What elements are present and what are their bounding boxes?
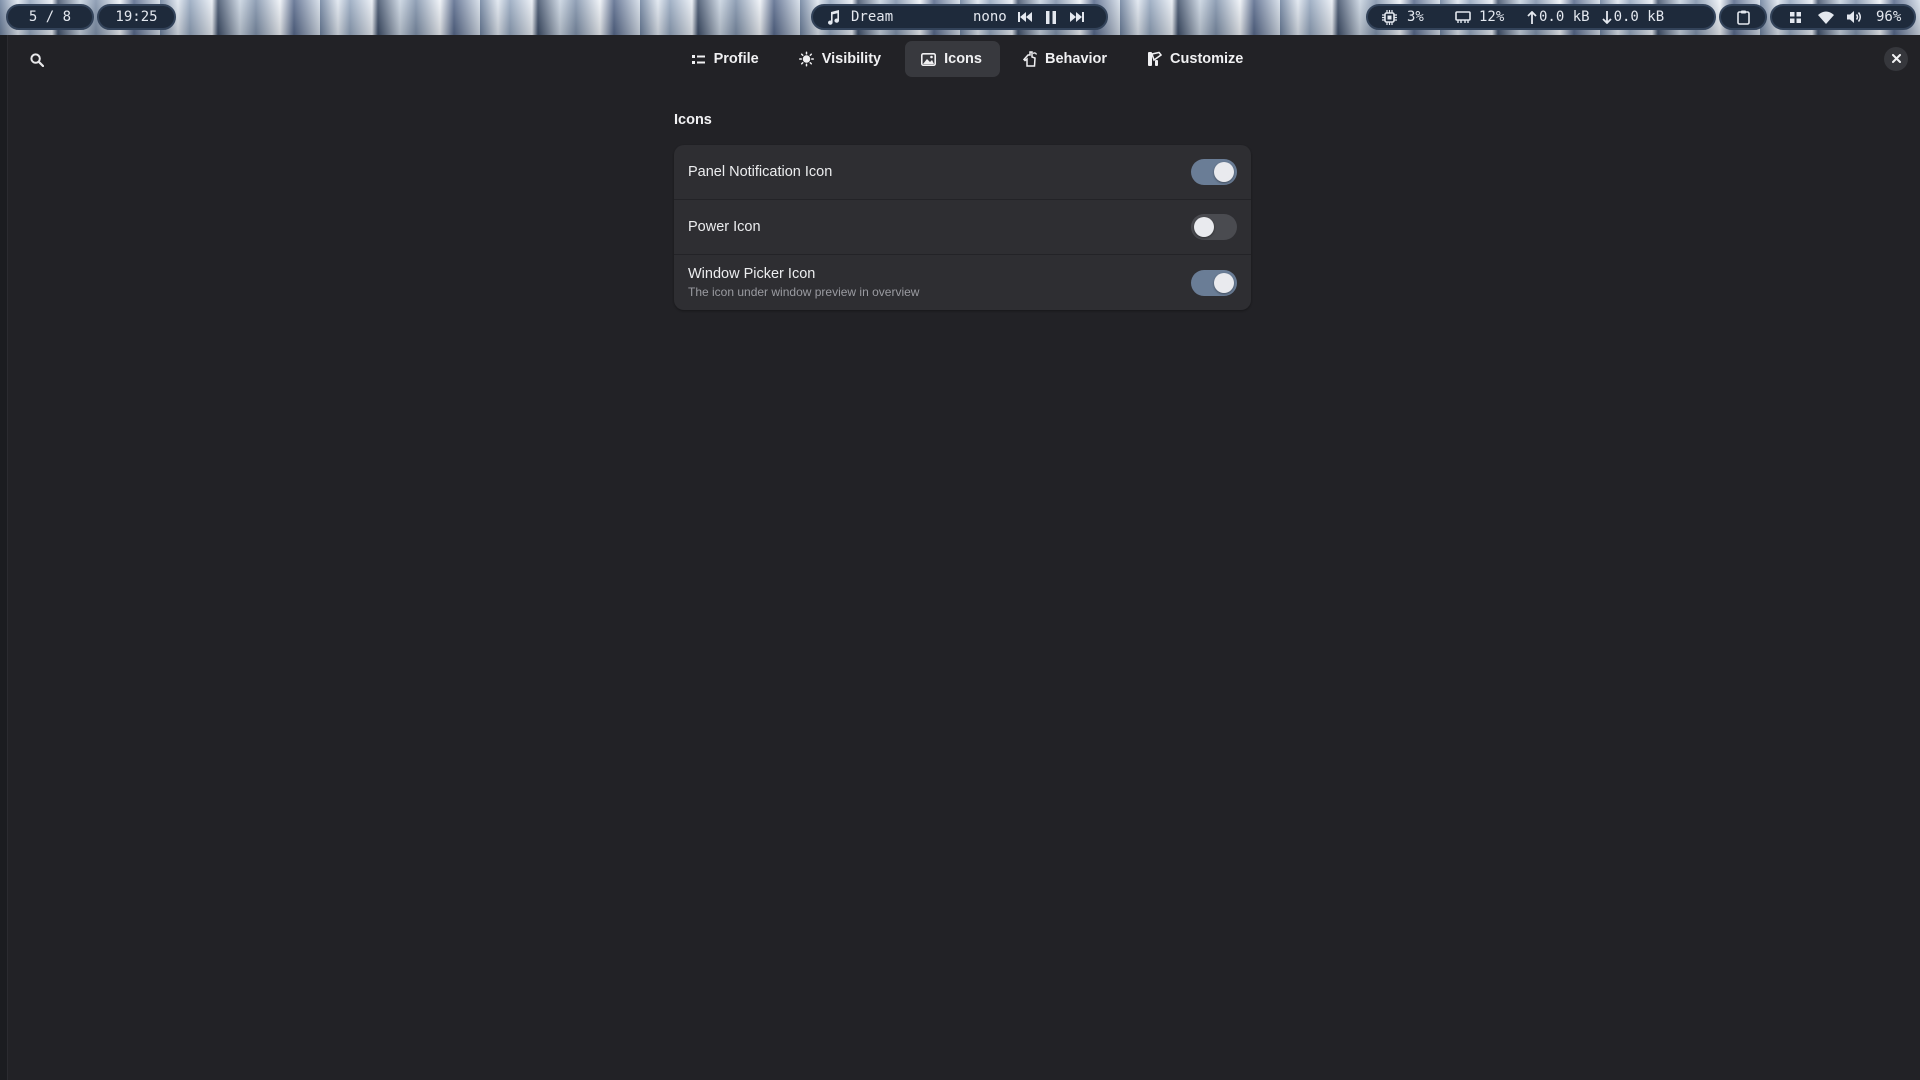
tab-customize[interactable]: Customize bbox=[1131, 41, 1261, 77]
profile-list-icon bbox=[691, 52, 706, 67]
sun-icon bbox=[798, 51, 814, 67]
clock[interactable]: 19:25 bbox=[97, 4, 176, 30]
clipboard-icon bbox=[1736, 10, 1750, 25]
media-title: Dream bbox=[851, 9, 894, 25]
arrow-up-icon bbox=[1527, 10, 1537, 24]
setting-label: Power Icon bbox=[688, 219, 761, 235]
image-icon bbox=[921, 52, 937, 67]
tab-profile-label: Profile bbox=[713, 51, 759, 67]
tab-behavior-label: Behavior bbox=[1044, 51, 1108, 67]
close-icon bbox=[1891, 50, 1901, 68]
toggle-knob bbox=[1214, 272, 1234, 293]
cpu-usage: 3% bbox=[1407, 9, 1424, 25]
hand-pointer-icon bbox=[1022, 51, 1037, 67]
clock-label: 19:25 bbox=[115, 9, 158, 25]
clipboard-button[interactable] bbox=[1719, 4, 1767, 30]
section-title: Icons bbox=[674, 112, 712, 128]
skip-previous-icon[interactable] bbox=[1017, 11, 1033, 23]
setting-row-window-picker-icon[interactable]: Window Picker Icon The icon under window… bbox=[674, 255, 1251, 310]
cpu-chip-icon bbox=[1382, 9, 1397, 25]
tab-behavior[interactable]: Behavior bbox=[1006, 41, 1125, 77]
setting-subtitle: The icon under window preview in overvie… bbox=[688, 285, 920, 299]
brush-icon bbox=[1147, 51, 1163, 67]
setting-label: Panel Notification Icon bbox=[688, 164, 833, 180]
power-icon-toggle[interactable] bbox=[1191, 214, 1237, 240]
toggle-knob bbox=[1194, 217, 1214, 237]
tab-customize-label: Customize bbox=[1170, 51, 1244, 67]
close-button[interactable] bbox=[1884, 47, 1908, 71]
tab-profile[interactable]: Profile bbox=[675, 41, 777, 77]
pause-icon[interactable] bbox=[1045, 10, 1057, 24]
media-artist: nono bbox=[973, 9, 1007, 25]
toggle-knob bbox=[1214, 162, 1234, 182]
setting-label: Window Picker Icon bbox=[688, 266, 816, 282]
download-rate: 0.0 kB bbox=[1613, 9, 1665, 25]
upload-rate: 0.0 kB bbox=[1539, 9, 1590, 25]
media-player[interactable]: Dream nono bbox=[811, 4, 1108, 30]
speaker-icon bbox=[1846, 10, 1862, 24]
quick-settings[interactable]: 96% bbox=[1770, 4, 1916, 30]
volume-level: 96% bbox=[1876, 9, 1902, 25]
ram-usage: 12% bbox=[1479, 9, 1505, 25]
memory-icon bbox=[1455, 10, 1471, 24]
tab-visibility-label: Visibility bbox=[821, 51, 882, 67]
tab-icons[interactable]: Icons bbox=[905, 41, 1000, 77]
wifi-icon bbox=[1818, 11, 1834, 24]
tab-visibility[interactable]: Visibility bbox=[783, 41, 899, 77]
skip-next-icon[interactable] bbox=[1069, 11, 1085, 23]
system-stats[interactable]: 3% 12% 0.0 kB 0.0 kB bbox=[1366, 4, 1716, 30]
workspace-label: 5 / 8 bbox=[28, 9, 72, 25]
tab-icons-label: Icons bbox=[944, 51, 982, 67]
settings-window: Profile Visibility Icons Behavior Custom… bbox=[7, 35, 1920, 1080]
grid-icon bbox=[1790, 11, 1801, 23]
tab-bar: Profile Visibility Icons Behavior Custom… bbox=[8, 41, 1920, 77]
top-panel: 5 / 8 19:25 Dream nono 3% 12% 0.0 kB 0.0… bbox=[0, 0, 1920, 35]
setting-row-power-icon[interactable]: Power Icon bbox=[674, 200, 1251, 255]
workspace-indicator[interactable]: 5 / 8 bbox=[6, 4, 94, 30]
arrow-down-icon bbox=[1601, 10, 1612, 24]
icons-settings-list: Panel Notification Icon Power Icon Windo… bbox=[674, 145, 1251, 310]
window-picker-icon-toggle[interactable] bbox=[1191, 269, 1237, 296]
setting-row-panel-notification-icon[interactable]: Panel Notification Icon bbox=[674, 145, 1251, 200]
panel-notification-icon-toggle[interactable] bbox=[1191, 159, 1237, 185]
music-note-icon bbox=[827, 9, 841, 25]
